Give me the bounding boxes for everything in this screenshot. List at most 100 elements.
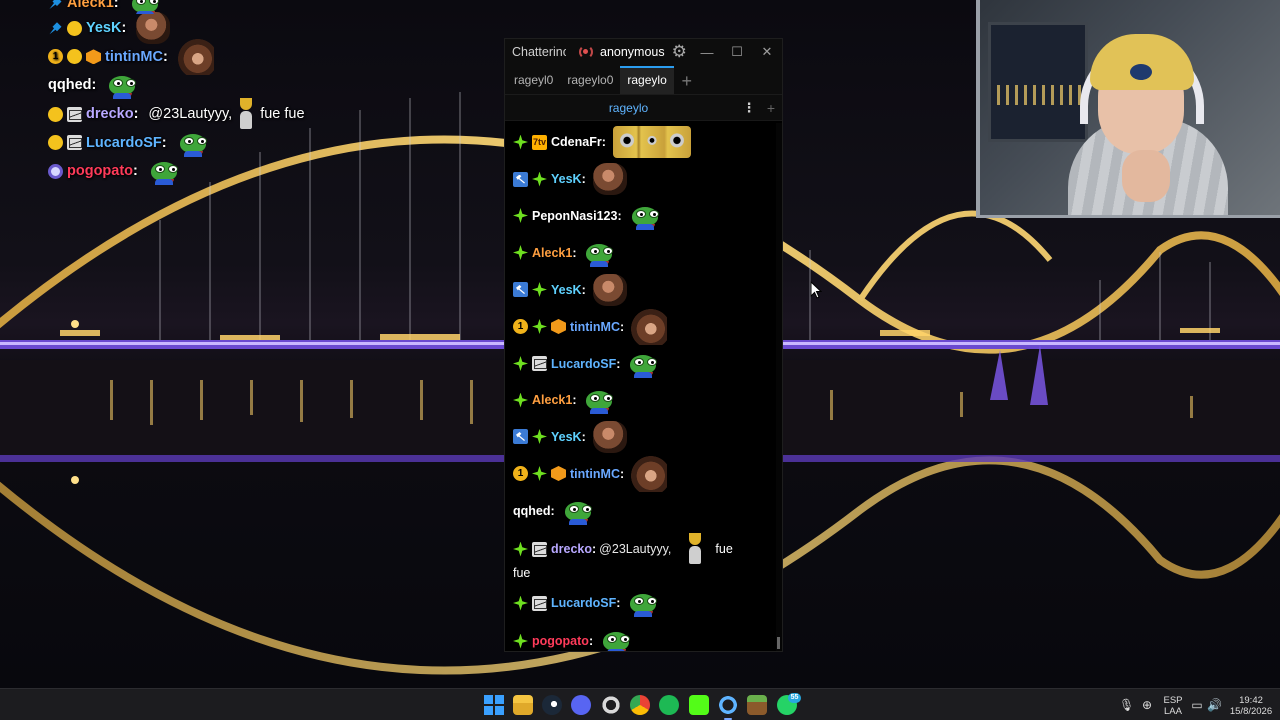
minions-emote-icon[interactable]	[612, 126, 691, 158]
username[interactable]: LucardoSF	[551, 596, 616, 610]
chat-message[interactable]: 1 tintinMC:	[513, 308, 777, 345]
message-text: fue	[715, 542, 733, 556]
username[interactable]: drecko	[86, 106, 134, 122]
chatterino-titlebar[interactable]: Chatterino anonymous ⚙ — ☐ ✕	[505, 39, 782, 65]
pepe-emote-icon[interactable]	[600, 627, 632, 651]
tab-rageylo0[interactable]: rageylo0	[560, 66, 620, 94]
chat-message[interactable]: LucardoSF:	[513, 345, 777, 382]
monkey-emote-icon[interactable]	[592, 273, 627, 306]
username[interactable]: Aleck1	[532, 393, 572, 407]
spotify-icon[interactable]	[659, 695, 679, 715]
username[interactable]: Aleck1	[532, 246, 572, 260]
username[interactable]: LucardoSF	[551, 357, 616, 371]
monkey-emote-icon[interactable]	[592, 163, 627, 195]
monkey-emote-icon[interactable]	[592, 420, 627, 453]
chimp-emote-icon[interactable]	[631, 455, 668, 492]
chimp-emote-icon[interactable]	[177, 38, 214, 75]
overlay-username: Aleck1	[67, 0, 114, 11]
chimp-emote-icon[interactable]	[631, 308, 668, 345]
username[interactable]: tintinMC	[105, 49, 163, 65]
chat-message[interactable]: 1 tintinMC:	[513, 455, 777, 492]
username[interactable]: CdenaFr	[551, 135, 602, 149]
pepe-emote-icon[interactable]	[629, 202, 661, 230]
account-switcher[interactable]: anonymous	[600, 45, 665, 59]
chat-message[interactable]: YesK:	[513, 271, 777, 308]
username[interactable]: YesK	[551, 283, 582, 297]
clock[interactable]: 19:42 15/8/2026	[1226, 695, 1276, 720]
username[interactable]: PeponNasi123	[532, 209, 617, 223]
split-header[interactable]: rageylo ⋮ +	[505, 95, 782, 121]
close-icon[interactable]: ✕	[752, 44, 782, 60]
bits-badge-icon: 1	[48, 49, 63, 65]
trophy-emote-icon[interactable]	[685, 533, 705, 565]
chatterino-icon[interactable]	[718, 695, 738, 720]
language-indicator[interactable]: ESP LAA	[1162, 695, 1184, 720]
chat-scrollbar[interactable]	[776, 123, 782, 651]
username[interactable]: YesK	[551, 172, 582, 186]
pepe-emote-icon[interactable]	[106, 71, 138, 100]
username[interactable]: LucardoSF	[86, 135, 162, 151]
volume-icon[interactable]: 🔊	[1207, 698, 1222, 712]
start-icon[interactable]	[484, 695, 504, 715]
username[interactable]: YesK	[86, 20, 121, 36]
gear-icon[interactable]: ⚙	[672, 43, 687, 60]
maximize-icon[interactable]: ☐	[722, 44, 752, 60]
minecraft-icon[interactable]	[747, 695, 767, 715]
pepe-emote-icon[interactable]	[177, 129, 209, 157]
clock-date: 15/8/2026	[1229, 706, 1273, 717]
username[interactable]: qqhed	[513, 504, 551, 518]
discord-icon[interactable]	[571, 695, 591, 715]
tab-rageylo[interactable]: rageylo	[620, 66, 674, 94]
scrollbar-thumb[interactable]	[777, 637, 780, 649]
username[interactable]: drecko	[551, 542, 592, 556]
chat-message[interactable]: 7tv CdenaFr:	[513, 123, 777, 161]
monkey-emote-icon[interactable]	[136, 12, 171, 45]
chat-message[interactable]: YesK:	[513, 161, 777, 197]
star-badge-icon	[513, 541, 528, 557]
split-menu-icon[interactable]: ⋮	[738, 100, 760, 116]
minimize-icon[interactable]: —	[692, 45, 722, 60]
chrome-icon[interactable]	[630, 695, 650, 715]
mention-text[interactable]: @23Lautyyy,	[599, 542, 671, 556]
whatsapp-notification-badge: 55	[788, 693, 801, 703]
username[interactable]: tintinMC	[570, 320, 620, 334]
chat-message[interactable]: YesK:	[513, 418, 777, 455]
username[interactable]: tintinMC	[570, 467, 620, 481]
trophy-emote-icon[interactable]	[236, 98, 256, 130]
chat-message[interactable]: Aleck1:	[513, 234, 777, 271]
pepe-emote-icon[interactable]	[583, 386, 615, 414]
pepe-emote-icon[interactable]	[583, 239, 615, 267]
obs-icon[interactable]	[601, 695, 621, 715]
tab-rageyl0[interactable]: rageyl0	[507, 66, 560, 94]
channel-name[interactable]: rageylo	[505, 101, 738, 115]
chat-message[interactable]: LucardoSF:	[513, 584, 777, 622]
pepe-emote-icon[interactable]	[562, 497, 594, 525]
chat-message[interactable]: Aleck1:	[513, 382, 777, 418]
network-icon[interactable]: ⊕	[1140, 698, 1154, 712]
username[interactable]: pogopato	[67, 163, 133, 179]
chat-message[interactable]: PeponNasi123:	[513, 197, 777, 234]
pepe-emote-icon[interactable]	[148, 157, 180, 186]
add-split-button[interactable]: +	[760, 100, 782, 116]
pepe-emote-icon[interactable]	[627, 350, 659, 378]
display-icon[interactable]: ▭	[1190, 698, 1204, 712]
pepe-emote-icon[interactable]	[627, 589, 659, 617]
username[interactable]: qqhed	[48, 77, 92, 93]
microphone-icon[interactable]: 🎙	[1119, 698, 1134, 712]
steam-icon[interactable]	[542, 695, 562, 715]
chat-message[interactable]: pogopato:	[513, 622, 777, 651]
overlay-chat-line: LucardoSF:	[48, 128, 468, 157]
message-text: @23Lautyyy,	[148, 106, 233, 123]
app-title: Chatterino	[512, 45, 566, 59]
add-tab-button[interactable]: +	[674, 68, 700, 94]
kick-icon[interactable]	[689, 695, 709, 715]
chatterino-window[interactable]: Chatterino anonymous ⚙ — ☐ ✕ rageyl0 rag…	[504, 38, 783, 652]
box-badge-icon	[551, 466, 566, 481]
chat-message[interactable]: qqhed:	[513, 492, 777, 530]
chat-message[interactable]: drecko: @23Lautyyy, fue fue	[513, 530, 777, 584]
file-explorer-icon[interactable]	[513, 695, 533, 715]
chat-message-list[interactable]: 7tv CdenaFr: YesK: PeponNasi123: Aleck1: YesK…	[505, 123, 777, 651]
username[interactable]: YesK	[551, 430, 582, 444]
username[interactable]: pogopato	[532, 634, 589, 648]
live-status-icon[interactable]	[578, 44, 594, 60]
